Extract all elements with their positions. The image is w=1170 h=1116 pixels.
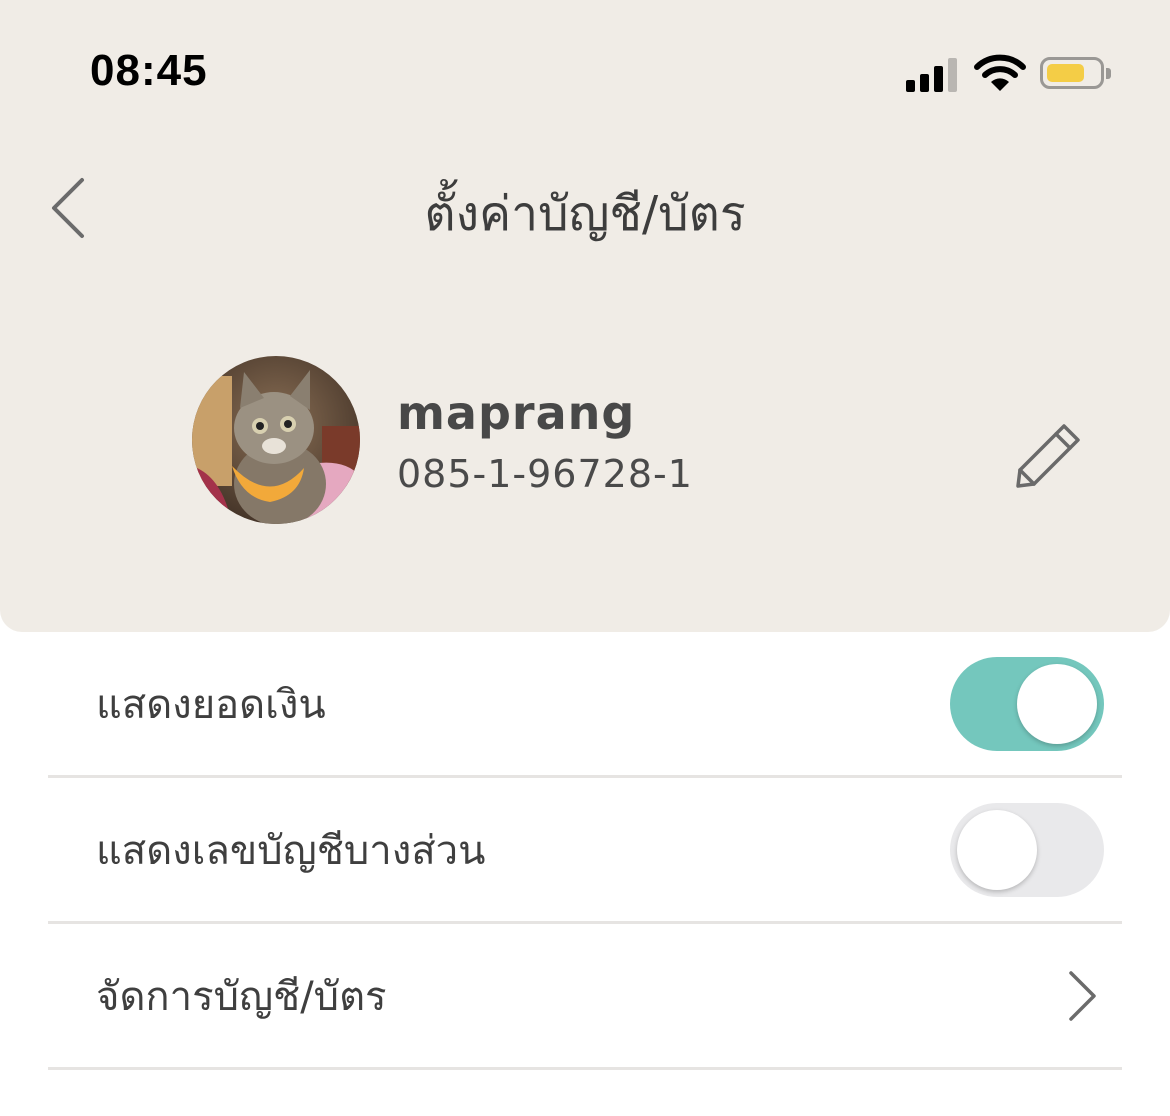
- account-header: 08:45 ตั้งค่าบัญชี/บัตร maprang 085-1-96…: [0, 0, 1170, 632]
- cat-photo-image: [192, 356, 360, 524]
- page-title: ตั้งค่าบัญชี/บัตร: [424, 186, 746, 242]
- toggle-knob: [957, 809, 1037, 890]
- chevron-right-icon: [1069, 970, 1096, 1021]
- status-time: 08:45: [90, 46, 208, 95]
- cellular-signal-icon: [906, 56, 958, 92]
- wifi-icon: [974, 54, 1026, 91]
- manage-accounts-label: จัดการบัญชี/บัตร: [96, 973, 387, 1020]
- account-number: 085-1-96728-1: [397, 452, 693, 496]
- partial-account-toggle[interactable]: [950, 802, 1104, 897]
- toggle-knob: [1017, 663, 1097, 744]
- battery-icon: [1040, 57, 1104, 89]
- pencil-icon[interactable]: [1014, 420, 1084, 490]
- show-balance-toggle[interactable]: [950, 656, 1104, 751]
- settings-row-partial-account: แสดงเลขบัญชีบางส่วน: [48, 778, 1122, 924]
- partial-account-label: แสดงเลขบัญชีบางส่วน: [96, 827, 486, 874]
- profile-name: maprang: [397, 386, 636, 440]
- battery-level: [1047, 64, 1084, 82]
- settings-row-show-balance: แสดงยอดเงิน: [48, 632, 1122, 778]
- show-balance-label: แสดงยอดเงิน: [96, 681, 326, 728]
- battery-cap: [1106, 68, 1111, 79]
- avatar[interactable]: [192, 356, 360, 524]
- settings-row-manage-accounts[interactable]: จัดการบัญชี/บัตร: [48, 924, 1122, 1070]
